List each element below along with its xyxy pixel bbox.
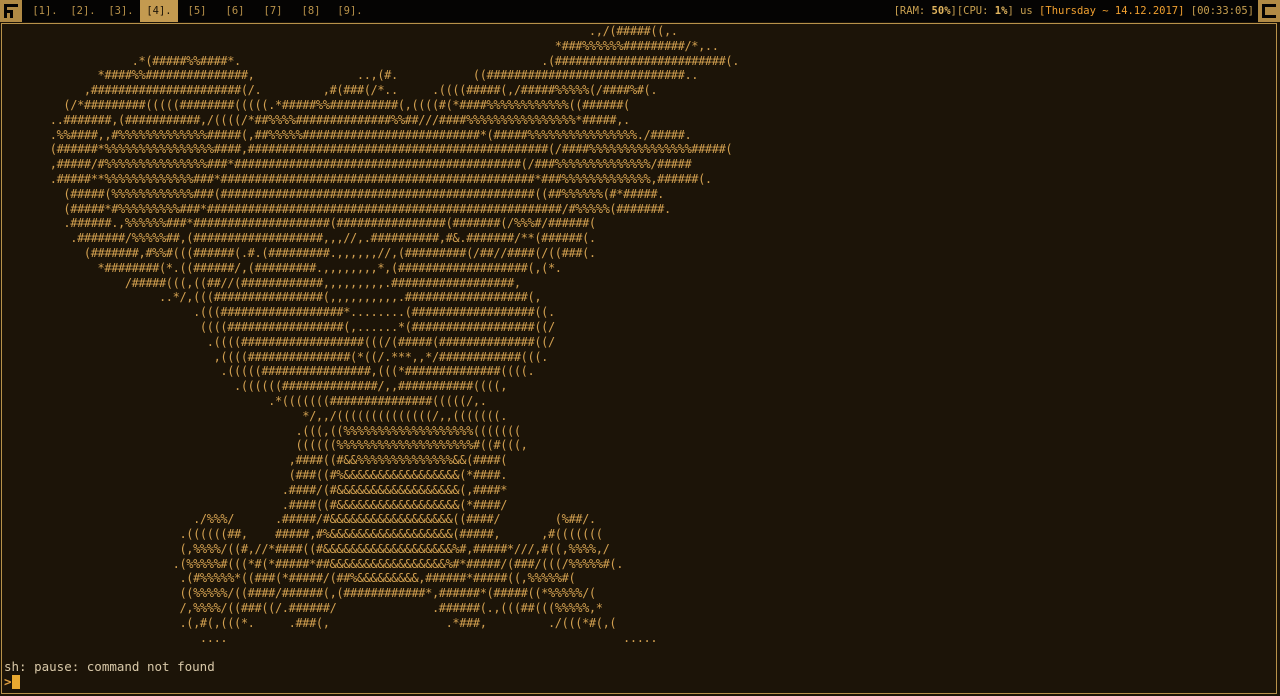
- cpu-unit: ] us: [1007, 5, 1040, 17]
- shell-prompt[interactable]: >: [4, 675, 20, 689]
- cpu-label: ][CPU:: [950, 5, 995, 17]
- error-message: sh: pause: command not found: [4, 659, 215, 674]
- wm-logo-icon[interactable]: [0, 0, 22, 22]
- workspace-6[interactable]: [6]: [216, 0, 254, 22]
- date-display: [Thursday ~ 14.12.2017]: [1039, 5, 1185, 17]
- workspace-9[interactable]: [9].: [330, 0, 370, 22]
- layout-toggle-icon[interactable]: [1258, 0, 1280, 22]
- workspace-8[interactable]: [8]: [292, 0, 330, 22]
- clock: [00:33:05]: [1184, 5, 1254, 17]
- workspace-3[interactable]: [3].: [102, 0, 140, 22]
- workspace-5[interactable]: [5]: [178, 0, 216, 22]
- cpu-value: 1%: [994, 5, 1008, 17]
- workspace-2[interactable]: [2].: [64, 0, 102, 22]
- status-line: [RAM: 50%][CPU: 1%] us [Thursday ~ 14.12…: [894, 0, 1254, 22]
- workspace-7[interactable]: [7]: [254, 0, 292, 22]
- workspace-1[interactable]: [1].: [26, 0, 64, 22]
- ram-label: [RAM:: [893, 5, 932, 17]
- terminal-window[interactable]: .,/(#####((,. *###%%%%%%#########/*,.. .…: [1, 23, 1277, 694]
- ram-value: 50%: [931, 5, 951, 17]
- ascii-art-heart: .,/(#####((,. *###%%%%%%#########/*,.. .…: [49, 24, 740, 645]
- top-bar: [1]. [2]. [3]. [4]. [5] [6] [7] [8] [9].…: [0, 0, 1280, 22]
- workspace-4[interactable]: [4].: [140, 0, 178, 22]
- cursor: [11, 675, 20, 689]
- prompt-icon: >: [4, 674, 12, 689]
